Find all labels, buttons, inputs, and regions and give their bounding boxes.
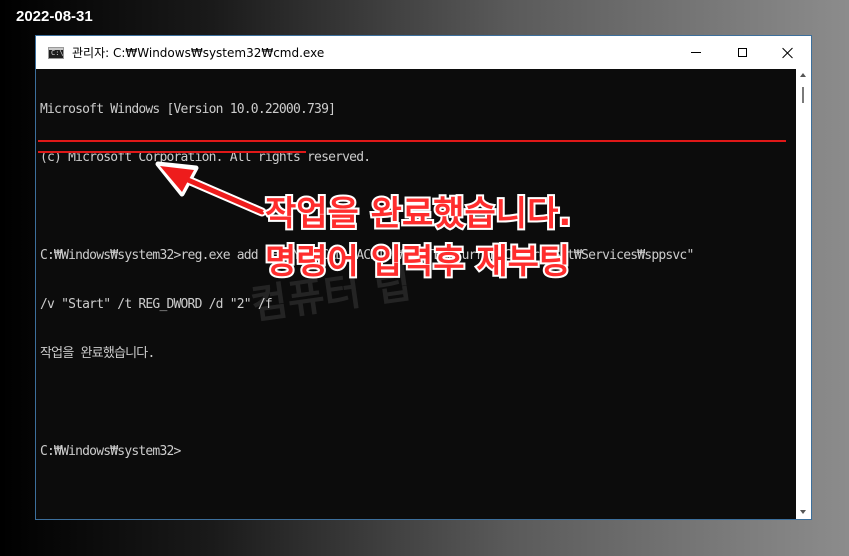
annotation-line-1: 작업을 완료했습니다.	[263, 192, 573, 236]
annotation-line-2: 명령어 입력후 재부팅	[263, 240, 572, 284]
annotation-callout: 작업을 완료했습니다. 명령어 입력후 재부팅	[263, 190, 573, 286]
